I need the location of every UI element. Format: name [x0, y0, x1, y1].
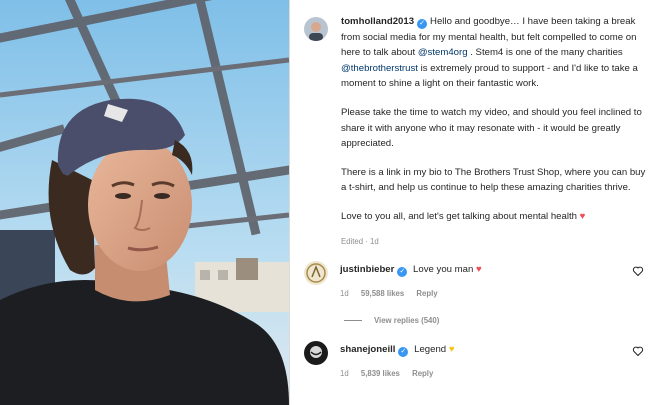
comment-text: Legend	[414, 344, 447, 356]
comment-meta: 1d 59,588 likes Reply	[340, 287, 646, 301]
view-replies-label: View replies (540)	[374, 316, 440, 326]
author-username[interactable]: tomholland2013	[341, 16, 414, 27]
reply-button[interactable]: Reply	[412, 369, 433, 378]
post-video[interactable]	[0, 0, 289, 405]
comment-item: justinbieber ✓ Love you man ♥ 1d 59,588 l…	[304, 261, 646, 301]
instagram-post: tomholland2013 ✓ Hello and goodbye… I have…	[0, 0, 660, 405]
post-details-panel: tomholland2013 ✓ Hello and goodbye… I have…	[290, 0, 660, 405]
verified-badge-icon: ✓	[397, 267, 408, 278]
replies-divider-line	[344, 320, 362, 322]
commenter-username[interactable]: shanejoneill	[340, 344, 395, 355]
comment-item: shanejoneill ✓ Legend ♥ 1d 5,839 likes Re…	[304, 341, 646, 381]
heart-outline-icon[interactable]	[632, 265, 644, 277]
caption-text: tomholland2013 ✓ Hello and goodbye… I have…	[341, 14, 646, 249]
author-avatar[interactable]	[304, 17, 328, 41]
comment-meta: 1d 5,839 likes Reply	[340, 367, 646, 381]
verified-badge-icon: ✓	[398, 347, 409, 358]
caption-paragraph-2: Please take the time to watch my video, …	[341, 106, 642, 150]
red-heart-emoji-icon: ♥	[475, 264, 482, 276]
caption-paragraph-4: Love to you all, and let's get talking a…	[341, 209, 646, 225]
comment-likes-count[interactable]: 59,588 likes	[361, 289, 404, 298]
post-edited-timestamp: Edited · 1d	[341, 236, 379, 246]
view-replies-button[interactable]: View replies (540)	[344, 316, 646, 325]
comment-text: Love you man	[413, 264, 474, 276]
caption-paragraph-4-text: Love to you all, and let's get talking a…	[341, 210, 577, 222]
caption-paragraph-3: There is a link in my bio to The Brother…	[341, 166, 646, 194]
commenter-username[interactable]: justinbieber	[340, 264, 394, 275]
commenter-avatar[interactable]	[304, 261, 328, 286]
commenter-avatar[interactable]	[304, 341, 328, 366]
caption-paragraph-1b: . Stem4 is one of the many charities	[467, 47, 623, 59]
mention-stem4org[interactable]: @stem4org	[418, 47, 468, 58]
heart-outline-icon[interactable]	[632, 345, 644, 357]
comment-likes-count[interactable]: 5,839 likes	[361, 369, 400, 378]
yellow-heart-emoji-icon: ♥	[448, 344, 455, 356]
red-heart-emoji-icon: ♥	[579, 210, 586, 222]
video-frame-image	[0, 0, 289, 405]
verified-badge-icon: ✓	[417, 19, 428, 29]
mention-thebrotherstrust[interactable]: @thebrotherstrust	[341, 63, 418, 74]
comment-time: 1d	[340, 289, 349, 299]
comment-time: 1d	[340, 369, 349, 379]
post-caption: tomholland2013 ✓ Hello and goodbye… I have…	[304, 14, 646, 249]
reply-button[interactable]: Reply	[416, 289, 437, 298]
